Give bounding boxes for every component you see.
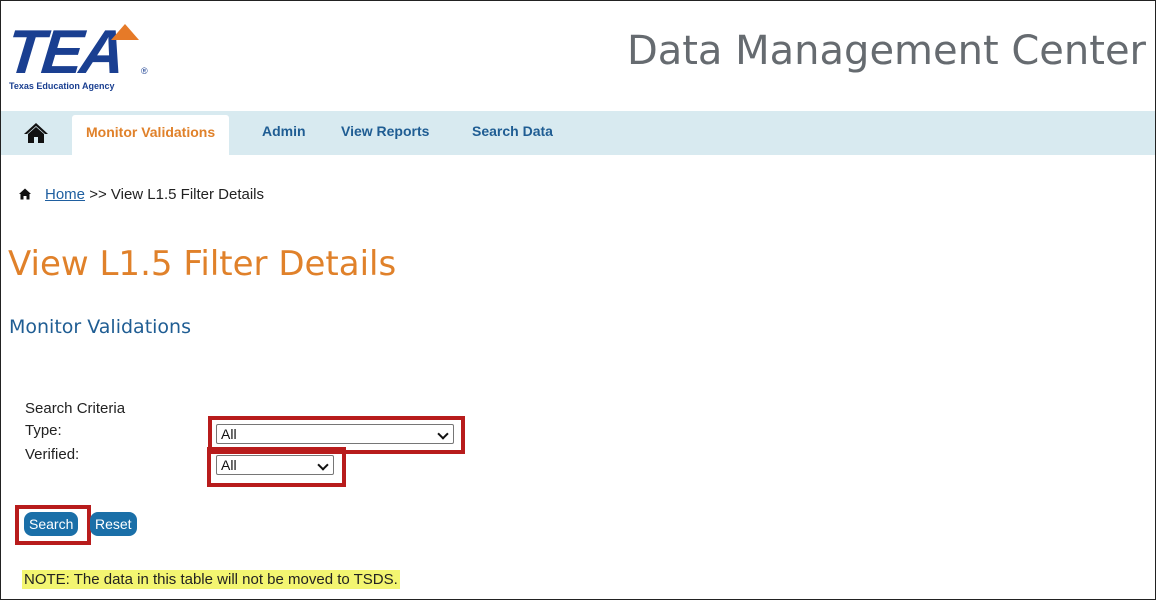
logo-tagline: Texas Education Agency bbox=[9, 81, 115, 91]
chevron-down-icon bbox=[437, 428, 449, 440]
type-select-value: All bbox=[221, 426, 237, 442]
breadcrumb-current: View L1.5 Filter Details bbox=[110, 186, 265, 203]
data-note: NOTE: The data in this table will not be… bbox=[22, 570, 400, 589]
logo-roof-icon bbox=[111, 24, 139, 40]
breadcrumb-home-link[interactable]: Home bbox=[45, 186, 85, 203]
breadcrumb-home-icon bbox=[19, 188, 31, 200]
type-select[interactable]: All bbox=[216, 424, 454, 444]
tea-logo[interactable]: TEA ® Texas Education Agency bbox=[3, 18, 148, 94]
nav-view-reports[interactable]: View Reports bbox=[341, 111, 429, 155]
home-icon[interactable] bbox=[23, 120, 49, 146]
section-title: Monitor Validations bbox=[9, 316, 191, 338]
logo-registered-mark: ® bbox=[141, 66, 148, 76]
nav-admin[interactable]: Admin bbox=[262, 111, 306, 155]
nav-monitor-validations[interactable]: Monitor Validations bbox=[72, 115, 230, 155]
search-criteria-heading: Search Criteria bbox=[25, 400, 126, 417]
chevron-down-icon bbox=[317, 459, 329, 471]
main-nav: Monitor Validations Admin View Reports S… bbox=[1, 111, 1155, 155]
verified-label: Verified: bbox=[25, 446, 80, 463]
breadcrumb: Home >> View L1.5 Filter Details bbox=[19, 186, 264, 203]
reset-button[interactable]: Reset bbox=[90, 512, 137, 536]
type-label: Type: bbox=[25, 422, 62, 439]
page-frame bbox=[0, 0, 1156, 600]
verified-select-value: All bbox=[221, 457, 237, 473]
breadcrumb-separator: >> bbox=[89, 186, 107, 203]
site-title: Data Management Center bbox=[626, 28, 1146, 74]
page-title: View L1.5 Filter Details bbox=[8, 244, 397, 284]
search-button[interactable]: Search bbox=[24, 512, 79, 536]
logo-mark: TEA bbox=[3, 18, 126, 87]
nav-search-data[interactable]: Search Data bbox=[472, 111, 553, 155]
verified-select[interactable]: All bbox=[216, 455, 334, 475]
